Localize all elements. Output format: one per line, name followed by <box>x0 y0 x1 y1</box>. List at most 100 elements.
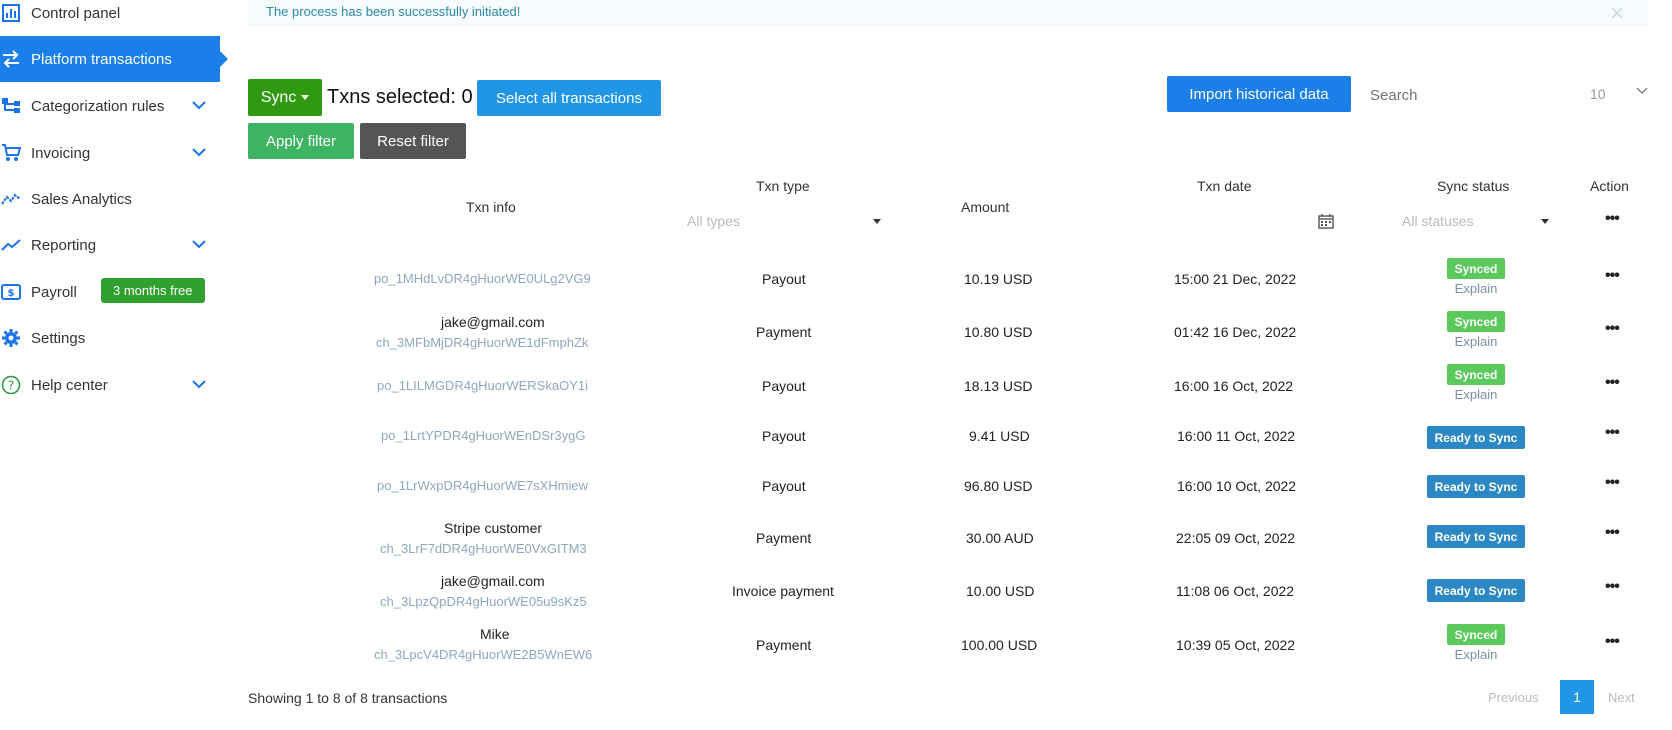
header-action: Action <box>1590 178 1629 194</box>
page-size-select[interactable]: 10 <box>1590 86 1606 102</box>
calendar-icon[interactable] <box>1318 213 1334 234</box>
txn-date: 11:08 06 Oct, 2022 <box>1176 583 1295 599</box>
sidebar: Control panel Platform transactions Cate… <box>0 0 232 730</box>
txn-amount: 10.80 USD <box>964 324 1033 340</box>
txn-name: Stripe customer <box>444 520 543 536</box>
explain-link[interactable]: Explain <box>1446 647 1506 662</box>
import-historical-button[interactable]: Import historical data <box>1167 76 1351 112</box>
sidebar-item-settings[interactable]: Settings <box>0 315 232 361</box>
status-badge: Ready to Sync <box>1427 579 1525 602</box>
close-icon[interactable]: × <box>1610 0 1624 28</box>
header-amount[interactable]: Amount <box>961 199 1009 215</box>
trend-icon <box>0 188 22 210</box>
previous-page-button[interactable]: Previous <box>1488 690 1539 705</box>
txn-id[interactable]: po_1LrWxpDR4gHuorWE7sXHmiew <box>377 478 588 493</box>
txn-id[interactable]: po_1MHdLvDR4gHuorWE0ULg2VG9 <box>374 271 591 286</box>
row-action-menu[interactable]: ••• <box>1605 267 1620 285</box>
explain-link[interactable]: Explain <box>1446 281 1506 296</box>
txn-id[interactable]: po_1LrtYPDR4gHuorWEnDSr3ygG <box>381 428 585 443</box>
txn-name: jake@gmail.com <box>441 573 545 589</box>
status-badge: Synced <box>1447 311 1505 332</box>
txn-type: Payout <box>762 428 806 444</box>
txn-amount: 18.13 USD <box>964 378 1033 394</box>
chevron-down-icon[interactable] <box>192 97 206 114</box>
success-alert: The process has been successfully initia… <box>248 0 1648 28</box>
explain-link[interactable]: Explain <box>1446 387 1506 402</box>
txn-date: 16:00 11 Oct, 2022 <box>1177 428 1296 444</box>
chevron-down-icon[interactable] <box>192 376 206 393</box>
chevron-down-icon[interactable] <box>192 144 206 161</box>
apply-filter-button[interactable]: Apply filter <box>248 123 354 159</box>
header-sync-status[interactable]: Sync status <box>1437 178 1509 194</box>
status-badge: Ready to Sync <box>1427 475 1525 498</box>
txn-amount: 10.00 USD <box>966 583 1035 599</box>
sidebar-item-control-panel[interactable]: Control panel <box>0 0 232 36</box>
reset-filter-button[interactable]: Reset filter <box>360 123 466 159</box>
txn-type: Payment <box>756 530 812 546</box>
txn-amount: 10.19 USD <box>964 271 1033 287</box>
sidebar-item-payroll[interactable]: $ Payroll 3 months free <box>0 269 232 315</box>
txn-date: 16:00 16 Oct, 2022 <box>1174 378 1294 394</box>
chevron-down-icon[interactable] <box>192 236 206 253</box>
txn-name: jake@gmail.com <box>441 314 545 330</box>
row-action-menu[interactable]: ••• <box>1605 474 1620 492</box>
sidebar-item-platform-transactions[interactable]: Platform transactions <box>0 36 228 82</box>
row-action-menu[interactable]: ••• <box>1605 524 1620 542</box>
txn-date: 15:00 21 Dec, 2022 <box>1174 271 1297 287</box>
explain-link[interactable]: Explain <box>1446 334 1506 349</box>
txn-type: Payout <box>762 271 806 287</box>
sidebar-item-help-center[interactable]: ? Help center <box>0 362 232 408</box>
caret-down-icon[interactable] <box>1541 219 1549 224</box>
next-page-button[interactable]: Next <box>1608 690 1635 705</box>
sync-button[interactable]: Sync <box>248 79 322 116</box>
sidebar-item-label: Categorization rules <box>31 97 165 115</box>
header-txn-date[interactable]: Txn date <box>1197 178 1251 194</box>
txn-type: Payment <box>756 637 812 653</box>
question-circle-icon: ? <box>0 374 22 396</box>
gear-icon <box>0 327 22 349</box>
header-txn-info[interactable]: Txn info <box>466 199 516 215</box>
txn-id[interactable]: ch_3LpcV4DR4gHuorWE2B5WnEW6 <box>374 647 592 662</box>
sidebar-item-label: Reporting <box>31 236 97 254</box>
promo-badge[interactable]: 3 months free <box>101 278 205 303</box>
sidebar-item-label: Help center <box>31 376 108 394</box>
txn-id[interactable]: po_1LILMGDR4gHuorWERSkaOY1i <box>377 378 588 393</box>
txn-amount: 100.00 USD <box>961 637 1038 653</box>
row-action-menu[interactable]: ••• <box>1605 374 1620 392</box>
sync-button-label: Sync <box>260 88 297 106</box>
sidebar-item-invoicing[interactable]: Invoicing <box>0 130 232 176</box>
transfer-arrows-icon <box>0 48 22 70</box>
row-action-menu[interactable]: ••• <box>1605 633 1620 651</box>
txn-date: 22:05 09 Oct, 2022 <box>1176 530 1296 546</box>
caret-down-icon <box>301 95 310 100</box>
row-action-menu[interactable]: ••• <box>1605 320 1620 338</box>
chevron-down-icon[interactable] <box>1636 84 1648 98</box>
line-chart-icon <box>0 234 22 256</box>
txn-id[interactable]: ch_3LpzQpDR4gHuorWE05u9sKz5 <box>380 594 587 609</box>
sidebar-item-sales-analytics[interactable]: Sales Analytics <box>0 176 232 222</box>
row-action-menu[interactable]: ••• <box>1605 578 1620 596</box>
txn-id[interactable]: ch_3MFbMjDR4gHuorWE1dFmphZk <box>376 335 588 350</box>
caret-down-icon[interactable] <box>873 219 881 224</box>
status-badge: Synced <box>1447 364 1505 385</box>
txn-date: 10:39 05 Oct, 2022 <box>1176 637 1296 653</box>
header-txn-type[interactable]: Txn type <box>756 178 810 194</box>
sidebar-item-label: Platform transactions <box>31 50 172 68</box>
select-all-button[interactable]: Select all transactions <box>477 80 661 116</box>
hierarchy-icon <box>0 95 22 117</box>
sidebar-item-categorization-rules[interactable]: Categorization rules <box>0 83 232 129</box>
search-input[interactable] <box>1368 82 1552 108</box>
row-action-menu[interactable]: ••• <box>1605 424 1620 442</box>
txn-type: Payout <box>762 378 806 394</box>
sidebar-item-reporting[interactable]: Reporting <box>0 222 232 268</box>
type-filter-select[interactable]: All types <box>687 213 740 229</box>
status-filter-select[interactable]: All statuses <box>1402 213 1474 229</box>
dollar-card-icon: $ <box>0 281 22 303</box>
pagination-info: Showing 1 to 8 of 8 transactions <box>248 690 448 706</box>
bulk-actions-menu[interactable]: ••• <box>1605 210 1620 228</box>
bar-chart-icon <box>0 2 22 24</box>
txn-id[interactable]: ch_3LrF7dDR4gHuorWE0VxGITM3 <box>380 541 587 556</box>
txn-amount: 96.80 USD <box>964 478 1033 494</box>
page-1-button[interactable]: 1 <box>1560 680 1594 714</box>
alert-message: The process has been successfully initia… <box>266 4 521 19</box>
